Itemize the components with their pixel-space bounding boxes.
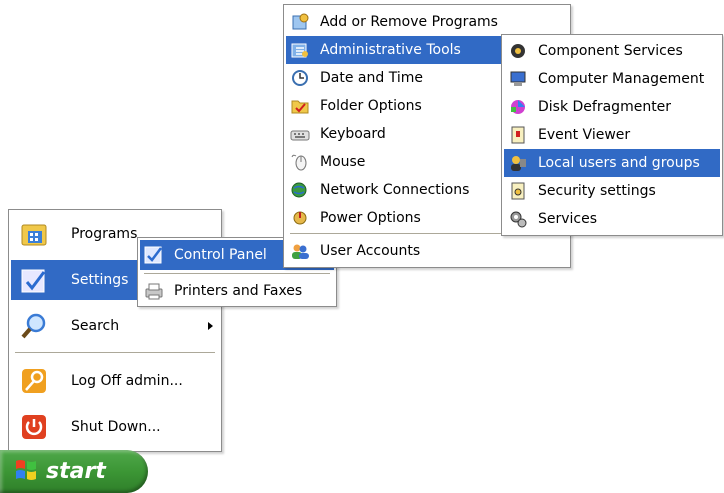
administrative-tools-submenu: Component Services Computer Management D… (501, 34, 723, 236)
start-item-label: Settings (71, 272, 129, 288)
admin-item-computer-management[interactable]: Computer Management (504, 65, 720, 93)
admin-item-label: Computer Management (538, 71, 705, 87)
admin-item-security-settings[interactable]: Security settings (504, 177, 720, 205)
settings-item-label: Printers and Faxes (174, 283, 303, 299)
cp-item-label: Mouse (320, 154, 366, 170)
shut-down-icon (19, 412, 49, 442)
separator (144, 273, 330, 274)
cp-item-label: Add or Remove Programs (320, 14, 498, 30)
settings-icon (19, 265, 49, 295)
local-users-groups-icon (508, 153, 528, 173)
settings-item-label: Control Panel (174, 247, 267, 263)
admin-item-local-users-groups[interactable]: Local users and groups (504, 149, 720, 177)
admin-item-component-services[interactable]: Component Services (504, 37, 720, 65)
admin-item-label: Security settings (538, 183, 656, 199)
admin-item-event-viewer[interactable]: Event Viewer (504, 121, 720, 149)
admin-item-label: Services (538, 211, 598, 227)
start-item-log-off[interactable]: Log Off admin... (11, 361, 219, 401)
windows-logo-icon (14, 458, 38, 486)
settings-item-printers[interactable]: Printers and Faxes (140, 277, 334, 305)
keyboard-icon (290, 124, 310, 144)
network-connections-icon (290, 180, 310, 200)
start-item-label: Log Off admin... (71, 373, 183, 389)
submenu-arrow-icon (208, 322, 213, 330)
add-remove-programs-icon (290, 12, 310, 32)
mouse-icon (290, 152, 310, 172)
log-off-icon (19, 366, 49, 396)
start-item-label: Programs (71, 226, 138, 242)
computer-management-icon (508, 69, 528, 89)
admin-item-services[interactable]: Services (504, 205, 720, 233)
search-icon (19, 311, 49, 341)
user-accounts-icon (290, 241, 310, 261)
start-button-label: start (46, 459, 106, 484)
separator (15, 352, 215, 353)
start-item-search[interactable]: Search (11, 306, 219, 346)
admin-item-label: Component Services (538, 43, 683, 59)
folder-options-icon (290, 96, 310, 116)
start-item-label: Shut Down... (71, 419, 161, 435)
admin-item-label: Disk Defragmenter (538, 99, 672, 115)
component-services-icon (508, 41, 528, 61)
admin-item-label: Event Viewer (538, 127, 631, 143)
admin-item-disk-defragmenter[interactable]: Disk Defragmenter (504, 93, 720, 121)
security-settings-icon (508, 181, 528, 201)
cp-item-label: Administrative Tools (320, 42, 461, 58)
printers-icon (144, 281, 164, 301)
cp-item-label: Power Options (320, 210, 421, 226)
power-options-icon (290, 208, 310, 228)
programs-icon (19, 219, 49, 249)
cp-item-label: Date and Time (320, 70, 423, 86)
start-item-label: Search (71, 318, 120, 334)
disk-defragmenter-icon (508, 97, 528, 117)
event-viewer-icon (508, 125, 528, 145)
start-item-shut-down[interactable]: Shut Down... (11, 407, 219, 447)
cp-item-label: Network Connections (320, 182, 470, 198)
admin-item-label: Local users and groups (538, 155, 700, 171)
date-time-icon (290, 68, 310, 88)
control-panel-icon (144, 245, 164, 265)
cp-item-label: Keyboard (320, 126, 386, 142)
start-button[interactable]: start (0, 450, 148, 493)
administrative-tools-icon (290, 40, 310, 60)
cp-item-add-remove-programs[interactable]: Add or Remove Programs (286, 8, 568, 36)
cp-item-user-accounts[interactable]: User Accounts (286, 237, 568, 265)
services-icon (508, 209, 528, 229)
cp-item-label: Folder Options (320, 98, 422, 114)
cp-item-label: User Accounts (320, 243, 421, 259)
